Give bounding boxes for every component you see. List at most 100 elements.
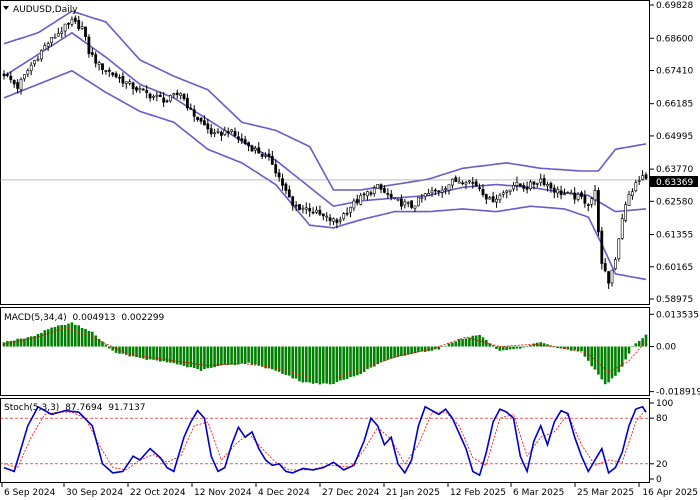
macd-histogram-bar bbox=[43, 330, 47, 347]
candle-body bbox=[250, 145, 254, 152]
macd-histogram-bar bbox=[403, 346, 407, 356]
candle-body bbox=[53, 36, 57, 39]
candle-body bbox=[33, 60, 37, 65]
stoch-axis-label: 80 bbox=[656, 414, 668, 424]
candle-body bbox=[518, 183, 522, 187]
macd-histogram-bar bbox=[50, 327, 53, 347]
candle-body bbox=[342, 213, 346, 219]
candle-body bbox=[413, 205, 417, 209]
candle-body bbox=[444, 188, 448, 190]
candle-body bbox=[620, 218, 624, 239]
macd-histogram-bar bbox=[247, 346, 250, 363]
candle-body bbox=[607, 271, 611, 284]
macd-axis-label: 0.013535 bbox=[656, 310, 699, 320]
macd-histogram-bar bbox=[376, 346, 379, 365]
candle-body bbox=[247, 142, 251, 147]
candle-body bbox=[304, 207, 308, 210]
price-axis-label: 0.58975 bbox=[656, 295, 693, 305]
candle-body bbox=[464, 182, 468, 185]
candle-body bbox=[610, 269, 614, 284]
candle-body bbox=[508, 189, 512, 193]
macd-histogram-bar bbox=[57, 325, 60, 347]
candle-body bbox=[2, 73, 6, 76]
macd-histogram-bar bbox=[525, 346, 529, 347]
candle-body bbox=[573, 192, 577, 200]
candle-body bbox=[515, 182, 519, 186]
candle-body bbox=[593, 190, 597, 201]
macd-histogram-bar bbox=[410, 346, 413, 354]
candle-body bbox=[158, 94, 162, 97]
candle-body bbox=[556, 189, 560, 194]
candle-body bbox=[471, 182, 475, 184]
macd-histogram-bar bbox=[356, 346, 359, 376]
macd-title-name: MACD(5,34,4) bbox=[4, 313, 67, 323]
macd-histogram-bar bbox=[2, 342, 6, 347]
candle-body bbox=[399, 198, 403, 207]
macd-title: MACD(5,34,4) 0.004913 0.002299 bbox=[4, 313, 165, 323]
candle-body bbox=[627, 194, 631, 206]
candle-body bbox=[427, 193, 431, 196]
macd-histogram-bar bbox=[576, 346, 580, 352]
macd-histogram-bar bbox=[36, 334, 40, 347]
candle-body bbox=[118, 76, 121, 79]
date-axis-label: 6 Sep 2024 bbox=[4, 488, 56, 498]
candle-body bbox=[203, 120, 206, 126]
macd-histogram-bar bbox=[553, 346, 556, 347]
macd-histogram-bar bbox=[53, 327, 57, 347]
price-axis-label: 0.60165 bbox=[656, 263, 693, 273]
macd-histogram-bar bbox=[101, 341, 104, 347]
macd-histogram-bar bbox=[491, 345, 495, 347]
date-axis-label: 12 Nov 2024 bbox=[194, 488, 252, 498]
candle-body bbox=[406, 202, 410, 204]
candle-body bbox=[393, 197, 397, 199]
candle-body bbox=[186, 97, 189, 109]
macd-histogram-bar bbox=[603, 346, 607, 385]
candle-body bbox=[90, 52, 94, 55]
macd-histogram-bar bbox=[373, 346, 376, 367]
candle-body bbox=[94, 54, 98, 64]
candle-body bbox=[298, 204, 301, 211]
macd-histogram-bar bbox=[607, 346, 610, 383]
candle-body bbox=[559, 190, 563, 196]
candle-body bbox=[56, 33, 60, 37]
macd-histogram-bar bbox=[359, 346, 362, 374]
macd-histogram-bar bbox=[216, 346, 220, 367]
candle-body bbox=[359, 195, 363, 205]
date-axis-label: 16 Apr 2025 bbox=[642, 488, 698, 498]
macd-histogram-bar bbox=[379, 346, 383, 363]
macd-histogram-bar bbox=[624, 346, 627, 360]
macd-histogram-bar bbox=[498, 346, 502, 351]
macd-histogram-bar bbox=[542, 343, 546, 347]
macd-histogram-bar bbox=[580, 346, 583, 352]
candle-body bbox=[220, 132, 223, 136]
macd-histogram-bar bbox=[182, 346, 186, 366]
candle-body bbox=[501, 192, 505, 195]
candle-body bbox=[352, 200, 356, 209]
macd-histogram-bar bbox=[67, 323, 70, 347]
candle-body bbox=[566, 192, 570, 194]
macd-histogram-bar bbox=[311, 346, 315, 384]
symbol-title: AUDUSD,Daily bbox=[13, 5, 78, 15]
chart-background bbox=[0, 0, 700, 500]
candle-body bbox=[542, 178, 546, 186]
macd-legend-value-1: 0.004913 bbox=[73, 313, 116, 323]
candle-body bbox=[131, 82, 135, 90]
macd-histogram-bar bbox=[614, 346, 617, 376]
macd-histogram-bar bbox=[451, 342, 454, 347]
macd-histogram-bar bbox=[620, 346, 624, 367]
candle-body bbox=[145, 90, 149, 93]
trading-chart[interactable]: 0.69828 0.68600 0.67410 0.66185 0.64995 0.637… bbox=[0, 0, 700, 500]
candle-body bbox=[206, 123, 210, 130]
candle-body bbox=[379, 184, 383, 190]
candle-body bbox=[349, 206, 352, 213]
macd-histogram-bar bbox=[243, 346, 247, 364]
candle-body bbox=[264, 155, 268, 157]
macd-histogram-bar bbox=[454, 341, 458, 347]
macd-histogram-bar bbox=[332, 346, 335, 384]
candle-body bbox=[522, 185, 526, 189]
macd-histogram-bar bbox=[104, 344, 108, 347]
stoch-title: Stoch(5,3,3) 87.7694 91.7137 bbox=[4, 403, 146, 413]
price-axis-label: 0.67410 bbox=[656, 67, 693, 77]
candle-body bbox=[478, 187, 482, 189]
candle-body bbox=[26, 70, 30, 75]
